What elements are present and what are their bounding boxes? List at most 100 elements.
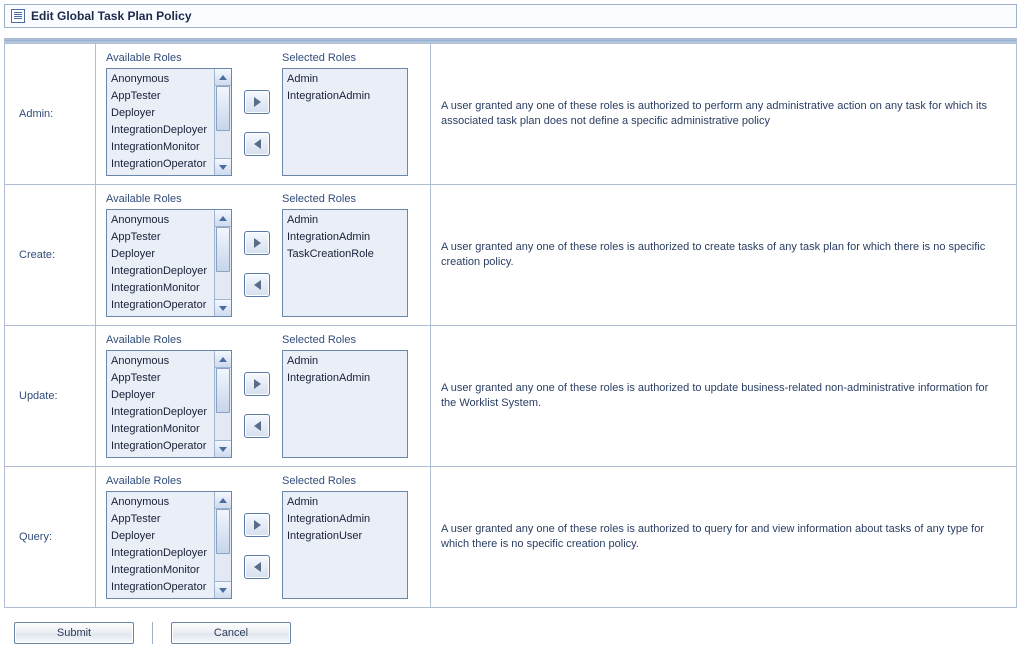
title-bar: Edit Global Task Plan Policy — [4, 4, 1017, 28]
available-roles-label: Available Roles — [106, 52, 232, 64]
available-roles-listbox[interactable]: AnonymousAppTesterDeployerIntegrationDep… — [106, 209, 232, 317]
row-label: Update: — [19, 390, 58, 402]
scroll-up-button[interactable] — [215, 351, 231, 368]
move-right-button[interactable] — [244, 513, 270, 537]
selected-roles-label: Selected Roles — [282, 52, 408, 64]
scrollbar-track[interactable] — [215, 368, 231, 440]
policy-row-admin: Admin: Available Roles AnonymousAppTeste… — [5, 44, 1017, 185]
list-item[interactable]: TaskCreationRole — [287, 246, 389, 263]
scrollbar[interactable] — [214, 210, 231, 316]
submit-button[interactable]: Submit — [14, 622, 134, 644]
move-right-button[interactable] — [244, 372, 270, 396]
move-left-button[interactable] — [244, 414, 270, 438]
list-item[interactable]: Anonymous — [111, 494, 213, 511]
list-item[interactable]: Admin — [287, 212, 389, 229]
list-item[interactable]: Admin — [287, 494, 389, 511]
list-item[interactable]: IntegrationDeployer — [111, 122, 213, 139]
list-item[interactable]: AppTester — [111, 229, 213, 246]
scrollbar-thumb[interactable] — [216, 86, 230, 131]
scrollbar-track[interactable] — [215, 227, 231, 299]
selected-roles-listbox[interactable]: AdminIntegrationAdmin — [282, 68, 408, 176]
scroll-down-button[interactable] — [215, 440, 231, 457]
policy-row-update: Update: Available Roles AnonymousAppTest… — [5, 326, 1017, 467]
scroll-up-button[interactable] — [215, 210, 231, 227]
list-item[interactable]: IntegrationMonitor — [111, 421, 213, 438]
list-item[interactable]: Admin — [287, 353, 389, 370]
list-item[interactable]: IntegrationMonitor — [111, 562, 213, 579]
list-item[interactable]: AppTester — [111, 88, 213, 105]
arrow-left-icon — [254, 421, 261, 431]
list-item[interactable]: IntegrationOperator — [111, 297, 213, 314]
scroll-down-button[interactable] — [215, 158, 231, 175]
available-roles-listbox[interactable]: AnonymousAppTesterDeployerIntegrationDep… — [106, 68, 232, 176]
divider — [152, 622, 153, 644]
available-roles-listbox[interactable]: AnonymousAppTesterDeployerIntegrationDep… — [106, 491, 232, 599]
row-label: Create: — [19, 249, 55, 261]
scrollbar-thumb[interactable] — [216, 227, 230, 272]
arrow-left-icon — [254, 562, 261, 572]
scrollbar-thumb[interactable] — [216, 509, 230, 554]
list-item[interactable]: IntegrationDeployer — [111, 545, 213, 562]
list-item[interactable]: IntegrationOperator — [111, 438, 213, 455]
selected-roles-listbox[interactable]: AdminIntegrationAdminTaskCreationRole — [282, 209, 408, 317]
footer: Submit Cancel — [4, 622, 1017, 644]
list-item[interactable]: AppTester — [111, 511, 213, 528]
cancel-button[interactable]: Cancel — [171, 622, 291, 644]
list-item[interactable]: IntegrationOperator — [111, 579, 213, 596]
list-item[interactable]: Deployer — [111, 105, 213, 122]
list-item[interactable]: Admin — [287, 71, 389, 88]
scrollbar[interactable] — [214, 351, 231, 457]
row-description: A user granted any one of these roles is… — [441, 241, 985, 268]
list-item[interactable]: Deployer — [111, 528, 213, 545]
arrow-left-icon — [254, 280, 261, 290]
list-item[interactable]: Anonymous — [111, 71, 213, 88]
scrollbar[interactable] — [214, 492, 231, 598]
list-item[interactable]: IntegrationUser — [287, 528, 389, 545]
list-item[interactable]: IntegrationAdmin — [287, 88, 389, 105]
list-item[interactable]: Anonymous — [111, 212, 213, 229]
row-label: Query: — [19, 531, 52, 543]
list-item[interactable]: IntegrationOperator — [111, 156, 213, 173]
scrollbar-track[interactable] — [215, 86, 231, 158]
selected-roles-listbox[interactable]: AdminIntegrationAdminIntegrationUser — [282, 491, 408, 599]
scroll-down-button[interactable] — [215, 299, 231, 316]
list-item[interactable]: IntegrationAdmin — [287, 511, 389, 528]
selected-roles-label: Selected Roles — [282, 475, 408, 487]
list-item[interactable]: IntegrationAdmin — [287, 370, 389, 387]
scrollbar-thumb[interactable] — [216, 368, 230, 413]
list-item[interactable]: IntegrationDeployer — [111, 263, 213, 280]
scrollbar[interactable] — [214, 69, 231, 175]
move-right-button[interactable] — [244, 231, 270, 255]
available-roles-listbox[interactable]: AnonymousAppTesterDeployerIntegrationDep… — [106, 350, 232, 458]
move-left-button[interactable] — [244, 273, 270, 297]
arrow-right-icon — [254, 97, 261, 107]
selected-roles-label: Selected Roles — [282, 193, 408, 205]
row-label: Admin: — [19, 108, 53, 120]
arrow-right-icon — [254, 238, 261, 248]
edit-policy-icon — [11, 9, 25, 23]
policy-row-query: Query: Available Roles AnonymousAppTeste… — [5, 467, 1017, 608]
scroll-up-button[interactable] — [215, 492, 231, 509]
list-item[interactable]: Deployer — [111, 246, 213, 263]
arrow-right-icon — [254, 520, 261, 530]
move-left-button[interactable] — [244, 555, 270, 579]
list-item[interactable]: IntegrationMonitor — [111, 139, 213, 156]
move-left-button[interactable] — [244, 132, 270, 156]
selected-roles-listbox[interactable]: AdminIntegrationAdmin — [282, 350, 408, 458]
available-roles-label: Available Roles — [106, 334, 232, 346]
arrow-left-icon — [254, 139, 261, 149]
list-item[interactable]: IntegrationDeployer — [111, 404, 213, 421]
row-description: A user granted any one of these roles is… — [441, 100, 987, 127]
policy-grid: Admin: Available Roles AnonymousAppTeste… — [4, 38, 1017, 608]
list-item[interactable]: Anonymous — [111, 353, 213, 370]
scroll-up-button[interactable] — [215, 69, 231, 86]
list-item[interactable]: Deployer — [111, 387, 213, 404]
page-title: Edit Global Task Plan Policy — [31, 9, 192, 23]
list-item[interactable]: AppTester — [111, 370, 213, 387]
scroll-down-button[interactable] — [215, 581, 231, 598]
list-item[interactable]: IntegrationAdmin — [287, 229, 389, 246]
scrollbar-track[interactable] — [215, 509, 231, 581]
list-item[interactable]: IntegrationMonitor — [111, 280, 213, 297]
move-right-button[interactable] — [244, 90, 270, 114]
available-roles-label: Available Roles — [106, 475, 232, 487]
